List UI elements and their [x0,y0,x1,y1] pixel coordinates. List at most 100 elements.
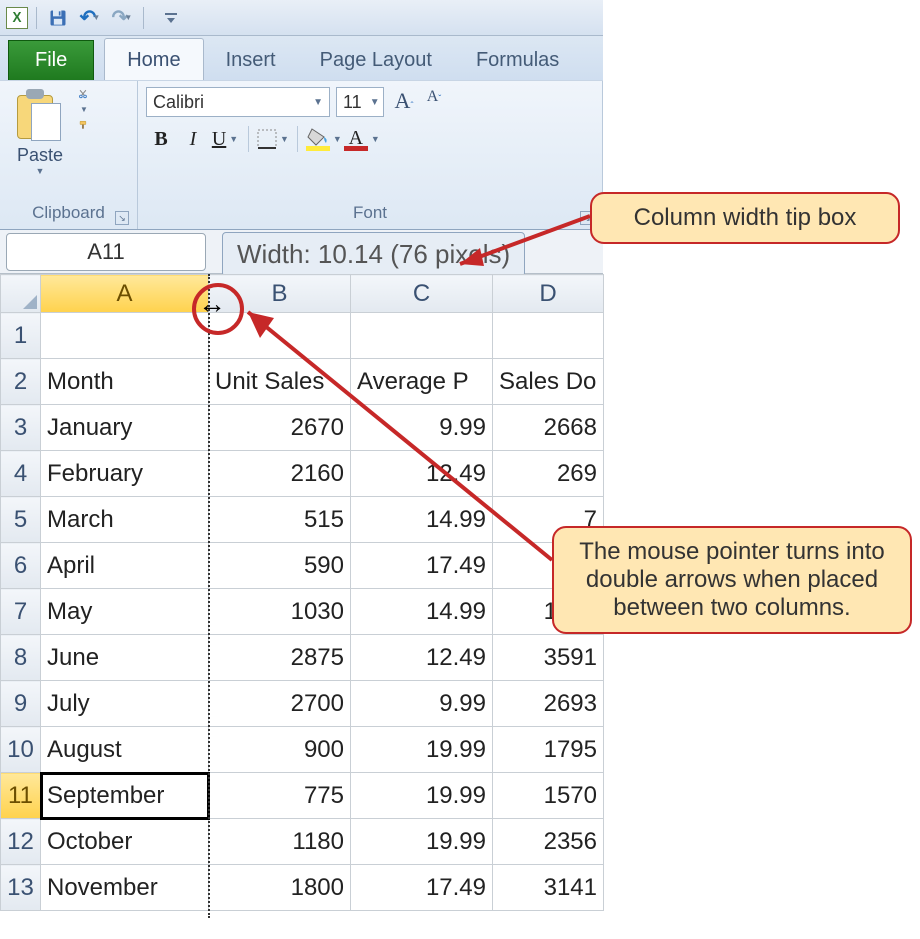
cut-button[interactable] [78,89,88,99]
bold-button[interactable]: B [146,123,176,155]
paste-button[interactable]: Paste ▼ [8,87,72,203]
cell[interactable]: August [41,727,209,773]
cell[interactable]: 2693 [493,681,604,727]
dropdown-icon[interactable]: ▼ [313,97,323,108]
row-header[interactable]: 9 [1,681,41,727]
column-header-B[interactable]: B [209,275,351,313]
column-header-C[interactable]: C [351,275,493,313]
cell[interactable]: 19.99 [351,819,493,865]
tab-file[interactable]: File [8,40,94,80]
cell[interactable]: July [41,681,209,727]
cell[interactable]: October [41,819,209,865]
cell[interactable] [351,313,493,359]
shrink-font-button[interactable]: Aˇ [420,88,448,116]
cell[interactable]: 2875 [209,635,351,681]
cell[interactable]: Average P [351,359,493,405]
cell[interactable]: 1570 [493,773,604,819]
cell[interactable]: 17.49 [351,865,493,911]
select-all-corner[interactable] [1,275,41,313]
tab-page-layout[interactable]: Page Layout [298,39,454,80]
tab-home[interactable]: Home [104,38,203,80]
redo-button[interactable]: ↷▼ [109,5,135,31]
row-header[interactable]: 13 [1,865,41,911]
cell[interactable]: 269 [493,451,604,497]
worksheet-grid[interactable]: A B C D 12 MonthUnit SalesAverage PSales … [0,274,603,911]
cell[interactable]: 17.49 [351,543,493,589]
customize-qat-button[interactable] [158,5,184,31]
cell[interactable]: 2670 [209,405,351,451]
cell[interactable] [41,313,209,359]
tab-insert[interactable]: Insert [204,39,298,80]
dropdown-icon[interactable]: ▼ [370,97,380,108]
row-header[interactable]: 4 [1,451,41,497]
dropdown-icon[interactable]: ▼ [80,105,88,114]
dropdown-icon[interactable]: ▼ [280,134,289,144]
cell[interactable]: Unit Sales [209,359,351,405]
row-header[interactable]: 3 [1,405,41,451]
cell[interactable]: 12.49 [351,451,493,497]
cell[interactable]: 9.99 [351,681,493,727]
cell[interactable]: February [41,451,209,497]
font-size-combo[interactable]: 11 ▼ [336,87,384,117]
dropdown-icon[interactable]: ▼ [92,13,100,22]
cell[interactable]: November [41,865,209,911]
grow-font-button[interactable]: Aˆ [390,88,418,116]
cell[interactable]: 900 [209,727,351,773]
cell[interactable]: Month [41,359,209,405]
save-button[interactable] [45,5,71,31]
row-header[interactable]: 5 [1,497,41,543]
cell[interactable]: 3591 [493,635,604,681]
name-box[interactable]: A11 [6,233,206,271]
cell[interactable]: April [41,543,209,589]
row-header[interactable]: 6 [1,543,41,589]
cell[interactable]: 1180 [209,819,351,865]
cell[interactable]: 1800 [209,865,351,911]
cell[interactable]: 14.99 [351,589,493,635]
tab-formulas[interactable]: Formulas [454,39,581,80]
cell[interactable] [209,313,351,359]
cell[interactable]: March [41,497,209,543]
cell[interactable]: 1795 [493,727,604,773]
cell[interactable]: 14.99 [351,497,493,543]
fill-color-button[interactable]: ▼ [306,123,342,155]
row-header[interactable]: 1 [1,313,41,359]
dropdown-icon[interactable]: ▼ [124,13,132,22]
row-header[interactable]: 7 [1,589,41,635]
cell[interactable]: 1030 [209,589,351,635]
underline-button[interactable]: U▼ [210,123,240,155]
cell[interactable]: 2160 [209,451,351,497]
cell[interactable]: 590 [209,543,351,589]
cell[interactable]: 3141 [493,865,604,911]
cell[interactable]: 2356 [493,819,604,865]
undo-button[interactable]: ↶▼ [77,5,103,31]
cell[interactable]: January [41,405,209,451]
copy-button[interactable]: ▼ [78,105,88,114]
cell[interactable]: May [41,589,209,635]
dropdown-icon[interactable]: ▼ [8,166,72,176]
cell[interactable]: 775 [209,773,351,819]
italic-button[interactable]: I [178,123,208,155]
cell[interactable] [493,313,604,359]
dropdown-icon[interactable]: ▼ [229,134,238,144]
cell[interactable]: 2668 [493,405,604,451]
font-color-button[interactable]: A ▼ [344,123,380,155]
cell[interactable]: September [41,773,209,819]
row-header[interactable]: 11 [1,773,41,819]
cell[interactable]: June [41,635,209,681]
row-header[interactable]: 8 [1,635,41,681]
row-header[interactable]: 12 [1,819,41,865]
cell[interactable]: 12.49 [351,635,493,681]
cell[interactable]: 19.99 [351,773,493,819]
column-header-D[interactable]: D [493,275,604,313]
format-painter-button[interactable] [78,120,88,130]
dialog-launcher-icon[interactable]: ↘ [115,211,129,225]
borders-button[interactable]: ▼ [257,123,289,155]
cell[interactable]: 9.99 [351,405,493,451]
dropdown-icon[interactable]: ▼ [371,134,380,144]
cell[interactable]: 515 [209,497,351,543]
cell[interactable]: Sales Do [493,359,604,405]
font-name-combo[interactable]: Calibri ▼ [146,87,330,117]
cell[interactable]: 19.99 [351,727,493,773]
column-header-A[interactable]: A [41,275,209,313]
dropdown-icon[interactable]: ▼ [333,134,342,144]
